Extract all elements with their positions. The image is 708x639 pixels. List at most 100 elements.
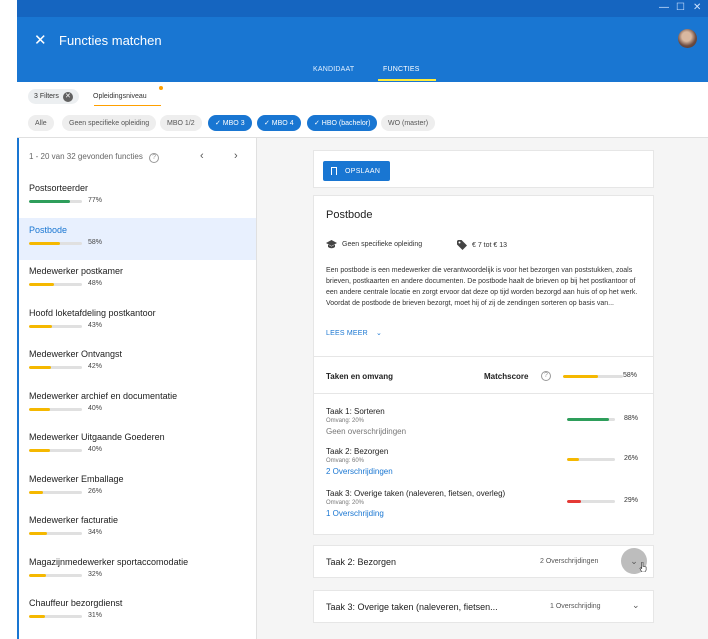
job-list-item[interactable]: Medewerker archief en documentatie 40%	[17, 384, 256, 426]
match-bar-fill	[29, 366, 52, 369]
tab-kandidaat[interactable]: KANDIDAAT	[313, 66, 354, 73]
tab-functies[interactable]: FUNCTIES	[383, 66, 420, 73]
match-percentage: 40%	[88, 446, 103, 453]
job-list-item-title: Chauffeur bezorgdienst	[29, 598, 123, 608]
accordion-title: Taak 3: Overige taken (naleveren, fietse…	[326, 602, 498, 612]
task-score-bar	[567, 500, 615, 503]
active-filter-dot	[159, 86, 163, 90]
job-list-item[interactable]: Medewerker Ontvangst 42%	[17, 342, 256, 384]
education-level-tab[interactable]: Opleidingsniveau	[87, 89, 153, 104]
match-bar	[29, 615, 82, 618]
match-percentage: 42%	[88, 363, 103, 370]
task-score-bar	[567, 458, 615, 461]
match-bar	[29, 241, 82, 245]
task-overschrijding[interactable]: 1 Overschrijding	[326, 509, 384, 518]
match-bar	[29, 324, 82, 328]
previous-page-icon[interactable]: ‹	[200, 150, 204, 162]
chip-mbo-1-2[interactable]: MBO 1/2	[160, 115, 202, 131]
filters-count-chip[interactable]: 3 Filters ✕	[28, 89, 79, 104]
filters-count-label: 3 Filters	[34, 93, 59, 100]
accordion-count: 2 Overschrijdingen	[540, 558, 599, 565]
task-score: 88%	[624, 415, 639, 422]
match-percentage: 26%	[88, 487, 103, 495]
accordion-taak-2[interactable]: Taak 2: Bezorgen 2 Overschrijdingen ⌄	[313, 545, 654, 578]
task-omvang: Omvang: 60%	[326, 458, 365, 464]
accordion-taak-3[interactable]: Taak 3: Overige taken (naleveren, fietse…	[313, 590, 654, 623]
next-page-icon[interactable]: ›	[234, 150, 238, 162]
chevron-down-icon: ⌄	[376, 330, 383, 337]
results-count-text: 1 - 20 van 32 gevonden functies	[29, 152, 143, 161]
job-list-item[interactable]: Medewerker postkamer 48%	[17, 259, 256, 301]
task-score-bar	[567, 418, 615, 421]
page-title: Functies matchen	[59, 33, 162, 48]
job-list-item[interactable]: Medewerker facturatie 34%	[17, 508, 256, 550]
match-bar	[29, 283, 82, 286]
task-score: 29%	[624, 497, 639, 504]
active-tab-indicator	[378, 79, 436, 81]
task-title: Taak 3: Overige taken (naleveren, fietse…	[326, 489, 506, 498]
chip-mbo-4[interactable]: ✓ MBO 4	[257, 115, 301, 131]
match-bar-fill	[29, 449, 51, 452]
job-detail-card: Postbode Geen specifieke opleiding € 7 t…	[313, 195, 654, 535]
job-list-item[interactable]: Postbode 58%	[17, 217, 256, 260]
job-list-item[interactable]: Chauffeur bezorgdienst 31%	[17, 591, 256, 633]
matchscore-help-icon[interactable]: ?	[541, 371, 551, 381]
task-score-fill	[567, 418, 610, 421]
save-card: OPSLAAN	[313, 150, 654, 188]
save-label: OPSLAAN	[345, 167, 381, 175]
window-titlebar: — ☐ ✕	[17, 0, 708, 17]
job-list-item[interactable]: Postsorteerder 77%	[17, 176, 256, 218]
job-list-item[interactable]: Medewerker Emballage 26%	[17, 467, 256, 509]
avatar[interactable]	[678, 29, 697, 48]
match-percentage: 40%	[88, 404, 103, 412]
panel-edge	[17, 138, 19, 639]
match-bar-fill	[29, 324, 52, 328]
chip-geen-specifieke-opleiding[interactable]: Geen specifieke opleiding	[62, 115, 157, 131]
match-bar-fill	[29, 532, 48, 535]
job-list-item-title: Postbode	[29, 224, 68, 235]
filter-bar: 3 Filters ✕ Opleidingsniveau Alle Geen s…	[17, 82, 708, 138]
read-more-link[interactable]: LEES MEER ⌄	[326, 329, 382, 337]
match-bar	[29, 532, 82, 535]
job-list-item[interactable]: Medewerker Uitgaande Goederen 40%	[17, 425, 256, 467]
task-score-fill	[567, 458, 580, 461]
education-level-label: Opleidingsniveau	[93, 93, 147, 100]
task-overschrijding[interactable]: 2 Overschrijdingen	[326, 467, 393, 476]
chip-alle[interactable]: Alle	[28, 115, 54, 131]
window-close-icon[interactable]: ✕	[693, 2, 701, 13]
help-icon[interactable]: ?	[149, 153, 160, 163]
clear-filters-icon[interactable]: ✕	[62, 91, 73, 102]
match-bar-fill	[29, 407, 51, 411]
chevron-down-icon[interactable]: ⌄	[632, 600, 640, 611]
matchscore-bar	[563, 375, 623, 378]
job-list-item[interactable]: Magazijnmedewerker sportaccomodatie 32%	[17, 550, 256, 592]
close-icon[interactable]: ✕	[34, 31, 47, 49]
job-list-item-title: Medewerker Emballage	[29, 473, 124, 484]
task-overschrijding: Geen overschrijdingen	[326, 427, 407, 436]
results-count: 1 - 20 van 32 gevonden functies ?	[29, 152, 160, 163]
chip-hbo-bachelor[interactable]: ✓ HBO (bachelor)	[307, 115, 378, 131]
task-score: 26%	[624, 455, 639, 462]
job-title: Postbode	[326, 209, 373, 221]
job-list-item-title: Postsorteerder	[29, 183, 89, 193]
match-bar-fill	[29, 241, 60, 245]
minimize-icon[interactable]: —	[659, 2, 669, 13]
chip-wo-master[interactable]: WO (master)	[381, 115, 436, 131]
price-tag-icon	[457, 240, 467, 250]
job-list-item-title: Medewerker archief en documentatie	[29, 390, 178, 401]
job-list-item[interactable]: Hoofd loketafdeling postkantoor 43%	[17, 301, 256, 343]
match-bar	[29, 366, 82, 369]
job-list-item-title: Magazijnmedewerker sportaccomodatie	[29, 556, 189, 567]
match-percentage: 31%	[88, 612, 103, 619]
match-bar-fill	[29, 283, 55, 286]
save-button[interactable]: OPSLAAN	[323, 161, 390, 181]
match-percentage: 43%	[88, 321, 103, 329]
divider	[314, 356, 653, 357]
match-bar-fill	[29, 490, 43, 494]
chip-mbo-3[interactable]: ✓ MBO 3	[208, 115, 252, 131]
match-bar	[29, 490, 82, 494]
maximize-icon[interactable]: ☐	[676, 2, 685, 13]
matchscore-label: Matchscore	[484, 372, 529, 381]
match-percentage: 58%	[88, 238, 103, 246]
job-list-item-title: Medewerker facturatie	[29, 515, 119, 525]
